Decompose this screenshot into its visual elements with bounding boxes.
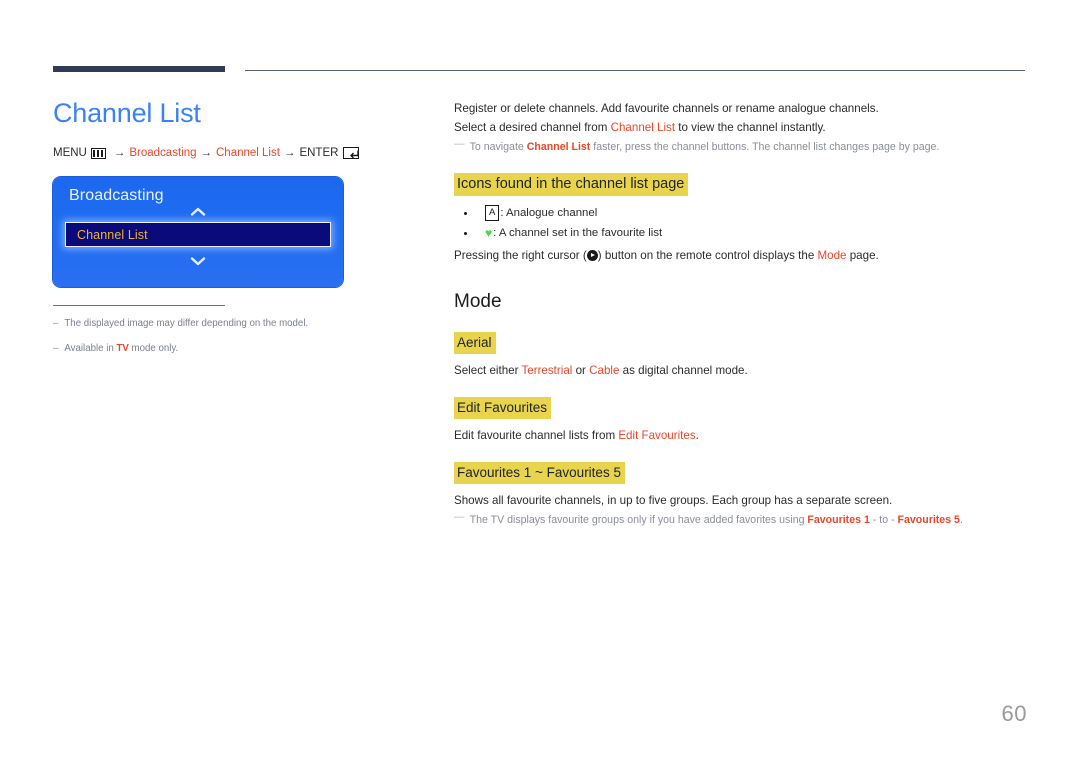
edit-favourites-subsection: Edit Favourites Edit favourite channel l… xyxy=(454,397,1034,445)
chevron-down-icon[interactable] xyxy=(53,257,343,269)
favourites-note-text: The TV displays favourite groups only if… xyxy=(470,512,963,529)
footnote-dash: – xyxy=(53,318,59,330)
edit-fav-text-a: Edit favourite channel lists from xyxy=(454,429,619,442)
fav-note-c: . xyxy=(959,514,963,526)
aerial-subsection: Aerial Select either Terrestrial or Cabl… xyxy=(454,332,1034,380)
intro-line-2-a: Select a desired channel from xyxy=(454,121,611,134)
footnote-text-before: Available in xyxy=(64,343,117,355)
breadcrumb-item-broadcasting[interactable]: Broadcasting xyxy=(129,145,196,161)
header-rule-line xyxy=(245,70,1025,72)
icons-bullet-list: A : Analogue channel ♥ : A channel set i… xyxy=(454,203,1034,243)
list-item: A : Analogue channel xyxy=(454,203,1034,223)
bullet-text: : A channel set in the favourite list xyxy=(493,227,663,239)
bullet-dot-icon xyxy=(464,211,467,215)
breadcrumb-arrow-3: → xyxy=(283,147,296,159)
breadcrumb-arrow-2: → xyxy=(200,147,213,159)
osd-title: Broadcasting xyxy=(69,187,164,204)
favourites-range-heading: Favourites 1 ~ Favourites 5 xyxy=(454,462,625,484)
bullet-text: : Analogue channel xyxy=(500,207,598,219)
menu-label: MENU xyxy=(53,147,87,159)
enter-label: ENTER xyxy=(299,147,339,159)
icons-section: Icons found in the channel list page A :… xyxy=(454,173,1034,265)
footnote-text: Available in TV mode only. xyxy=(64,342,178,356)
menu-grid-icon xyxy=(90,147,106,159)
fav-note-b: - to - xyxy=(869,514,898,526)
note-text-a: To navigate xyxy=(469,141,527,153)
intro-line-2-b: to view the channel instantly. xyxy=(675,121,826,134)
osd-preview: Broadcasting Channel List xyxy=(53,177,343,287)
favourites-range-subsection: Favourites 1 ~ Favourites 5 Shows all fa… xyxy=(454,462,1034,529)
icons-section-trailer: Pressing the right cursor ( ) button on t… xyxy=(454,246,1034,265)
edit-fav-text-b: . xyxy=(695,429,699,442)
trailer-text-a: Pressing the right cursor ( xyxy=(454,249,587,262)
edit-favourites-body: Edit favourite channel lists from Edit F… xyxy=(454,426,1034,445)
link-terrestrial[interactable]: Terrestrial xyxy=(521,364,572,377)
manual-page: Channel List MENU → Broadcasting → Chann… xyxy=(0,0,1080,763)
favourite-heart-icon: ♥ xyxy=(485,226,493,240)
osd-selected-item[interactable]: Channel List xyxy=(65,222,331,247)
icons-section-heading: Icons found in the channel list page xyxy=(454,173,689,196)
footnote-text: The displayed image may differ depending… xyxy=(64,318,309,330)
trailer-text-b: ) button on the remote control displays … xyxy=(597,249,818,262)
link-edit-favourites[interactable]: Edit Favourites xyxy=(618,429,695,442)
footnote-text-after: mode only. xyxy=(128,343,179,355)
right-column: Register or delete channels. Add favouri… xyxy=(454,99,1034,529)
header-accent-bar xyxy=(53,66,225,72)
footnote-dash: – xyxy=(53,343,59,355)
link-favourites-1[interactable]: Favourites 1 xyxy=(807,514,869,526)
link-channel-list[interactable]: Channel List xyxy=(611,121,675,134)
favourites-range-body: Shows all favourite channels, in up to f… xyxy=(454,494,893,507)
list-item: ♥ : A channel set in the favourite list xyxy=(454,223,1034,243)
link-favourites-5[interactable]: Favourites 5 xyxy=(898,514,960,526)
page-title: Channel List xyxy=(53,98,201,128)
intro-line-2: Select a desired channel from Channel Li… xyxy=(454,118,1034,137)
breadcrumb-item-channel-list[interactable]: Channel List xyxy=(216,145,280,161)
chevron-up-icon[interactable] xyxy=(53,207,343,219)
mode-heading: Mode xyxy=(454,291,502,312)
footnote-1: – The displayed image may differ dependi… xyxy=(53,317,413,331)
footnote-divider xyxy=(53,305,225,307)
trailer-text-c: page. xyxy=(846,249,879,262)
mode-section: Mode Aerial Select either Terrestrial or… xyxy=(454,289,1034,529)
analogue-channel-icon: A xyxy=(485,205,500,221)
bullet-dot-icon xyxy=(464,231,467,235)
menu-breadcrumb: MENU → Broadcasting → Channel List → ENT… xyxy=(53,145,413,161)
aerial-text-c: as digital channel mode. xyxy=(619,364,748,377)
link-mode[interactable]: Mode xyxy=(818,249,847,262)
favourites-range-note: — The TV displays favourite groups only … xyxy=(454,512,1034,529)
fav-note-a: The TV displays favourite groups only if… xyxy=(469,514,808,526)
footnote-highlight-tv: TV xyxy=(116,343,129,355)
page-number: 60 xyxy=(1001,701,1027,726)
aerial-text-b: or xyxy=(572,364,590,377)
enter-key-icon xyxy=(343,147,360,159)
note-dash-icon: — xyxy=(454,138,465,150)
breadcrumb-arrow-1: → xyxy=(113,147,126,159)
aerial-heading: Aerial xyxy=(454,332,496,354)
link-channel-list-note[interactable]: Channel List xyxy=(527,141,591,153)
link-cable[interactable]: Cable xyxy=(589,364,619,377)
aerial-body: Select either Terrestrial or Cable as di… xyxy=(454,361,1034,380)
note-dash-icon: — xyxy=(454,511,465,523)
right-cursor-icon xyxy=(586,249,598,261)
intro-line-1: Register or delete channels. Add favouri… xyxy=(454,102,879,115)
aerial-text-a: Select either xyxy=(454,364,522,377)
left-column: Channel List MENU → Broadcasting → Chann… xyxy=(53,96,413,356)
osd-selected-item-label: Channel List xyxy=(77,227,148,242)
intro-note: — To navigate Channel List faster, press… xyxy=(454,139,1034,156)
intro-note-text: To navigate Channel List faster, press t… xyxy=(470,139,940,156)
edit-favourites-heading: Edit Favourites xyxy=(454,397,552,419)
note-text-b: faster, press the channel buttons. The c… xyxy=(590,141,940,153)
footnote-2: – Available in TV mode only. xyxy=(53,342,413,356)
